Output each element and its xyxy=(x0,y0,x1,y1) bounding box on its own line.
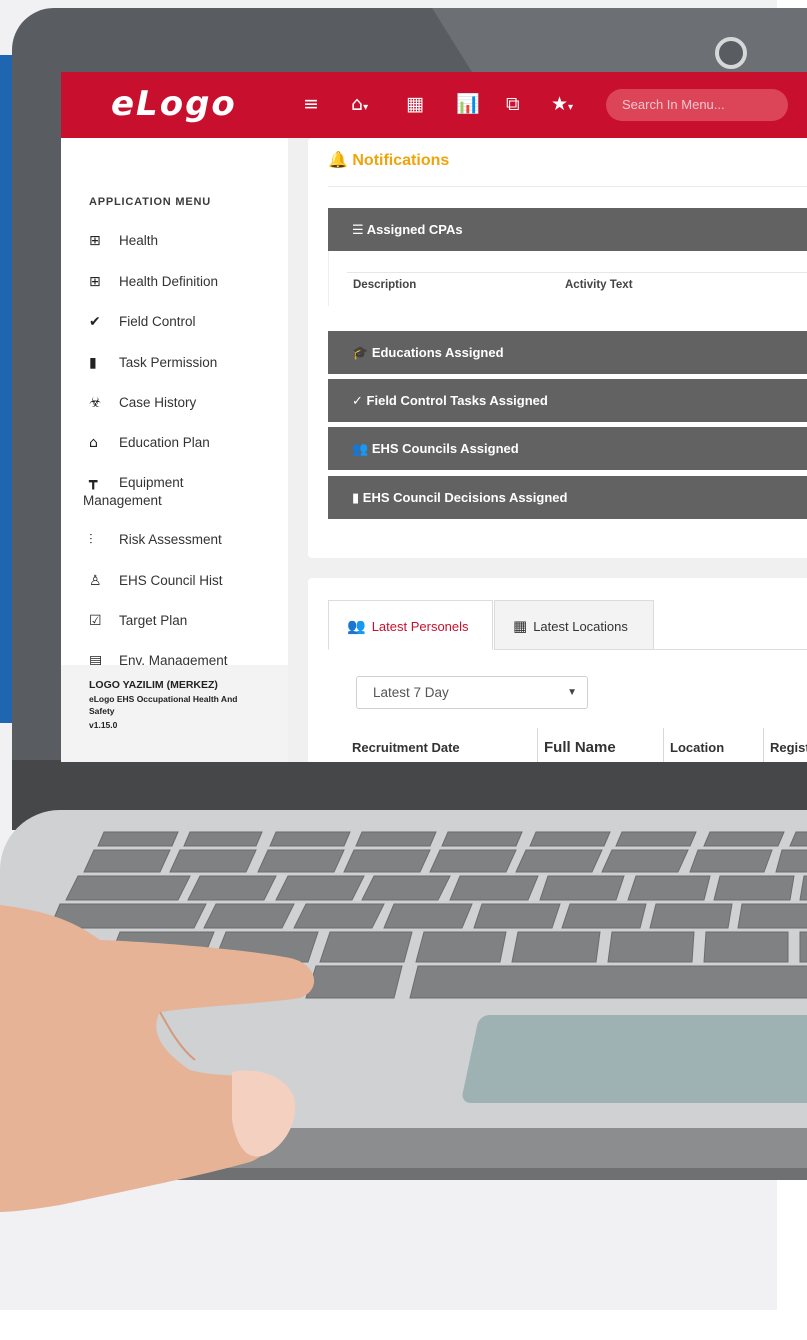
hand-illustration xyxy=(0,905,315,1212)
